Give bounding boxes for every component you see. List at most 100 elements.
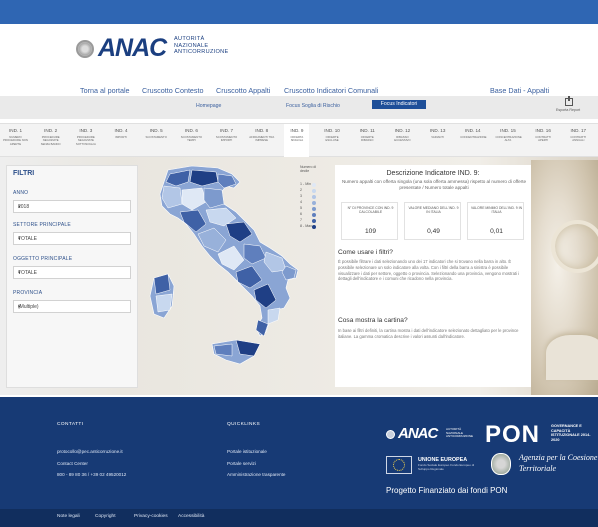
indicator-tab[interactable]: IND. 12 RIBASSO ECCESSIVO [390, 124, 415, 158]
nav-indicatori-comunali[interactable]: Cruscotto Indicatori Comunali [284, 86, 378, 95]
italy-map-svg[interactable] [140, 160, 320, 388]
indicator-name: PROCEDURE NEGOZIATE SOTTOSOGLIA [75, 135, 96, 146]
indicator-name: CONCENTRAZIONE [460, 135, 487, 139]
indicator-tab[interactable]: IND. 4 IMPORTI [109, 124, 134, 158]
footer-quicklinks-heading: QUICKLINKS [227, 422, 261, 427]
indicator-name: SCOSTAMENTO TEMPI [180, 135, 203, 143]
legend-label: 8 - Max [300, 224, 312, 228]
settore-select[interactable]: TOTALE ▾ [13, 232, 131, 245]
indicator-tab[interactable]: IND. 14 CONCENTRAZIONE [460, 124, 487, 158]
indicator-code: IND. 2 [44, 128, 58, 133]
legend-swatch [312, 188, 316, 193]
indicator-tab[interactable]: IND. 3 PROCEDURE NEGOZIATE SOTTOSOGLIA [73, 124, 98, 158]
legend-swatch [312, 218, 316, 223]
stat-value: 0,49 [427, 228, 440, 235]
panel-title: Descrizione Indicatore IND. 9: [386, 170, 480, 177]
indicator-tab[interactable]: IND. 17 CONTRATTI ANNUALI [566, 124, 591, 158]
indicator-name: OFFERTE ESCLUSE [325, 135, 339, 143]
bottom-bar: Note legali Copyright Privacy-cookies Ac… [0, 509, 598, 527]
pon-logo: PON [485, 421, 541, 448]
indicator-tab[interactable]: IND. 11 OFFERTE RIBASSO [355, 124, 380, 158]
indicator-tab[interactable]: IND. 6 SCOSTAMENTO TEMPI [179, 124, 204, 158]
oggetto-label: OGGETTO PRINCIPALE [13, 256, 73, 262]
indicator-name: SCOSTAMENTO [145, 135, 167, 139]
indicator-name: SCOSTAMENTO IMPORTI [215, 135, 238, 143]
stat-value: 0,01 [490, 228, 503, 235]
footer-anac-logo[interactable]: ANAC [398, 425, 438, 442]
nav-base-dati-appalti[interactable]: Base Dati - Appalti [490, 86, 549, 95]
legend-swatch [312, 212, 316, 217]
chevron-down-icon: ▾ [18, 236, 21, 242]
chevron-down-icon: ▾ [18, 304, 21, 310]
indicator-tab[interactable]: IND. 13 VARIANTI [425, 124, 450, 158]
indicator-code: IND. 16 [535, 128, 551, 133]
indicator-code: IND. 3 [79, 128, 93, 133]
bottom-link-accessibilita[interactable]: Accessibilità [178, 514, 204, 519]
legend-label: 5 [300, 206, 302, 210]
indicator-name: AFFIDAMENTI TRA IMPRESE [249, 135, 275, 143]
nav-cruscotto-contesto[interactable]: Cruscotto Contesto [142, 86, 204, 95]
howto-title: Come usare i filtri? [338, 249, 393, 256]
export-label[interactable]: Esporta Report [556, 108, 580, 112]
nav-torna-portale[interactable]: Torna al portale [80, 86, 130, 95]
anno-select[interactable]: 2018 ▾ [13, 200, 131, 213]
map-help-text: In base ai filtri definiti, la cartina m… [338, 328, 519, 339]
chevron-down-icon: ▾ [18, 204, 21, 210]
howto-text: È possibile filtrare i dati selezionando… [338, 259, 520, 282]
indicator-tab[interactable]: IND. 7 SCOSTAMENTO IMPORTI [214, 124, 239, 158]
indicator-tab[interactable]: IND. 15 CONCENTRAZIONE ALTA [495, 124, 521, 158]
subnav-homepage[interactable]: Homepage [196, 103, 221, 109]
indicator-code: IND. 15 [500, 128, 516, 133]
indicator-tab[interactable]: IND. 9 OFFERTA SINGOLA [284, 124, 310, 158]
footer-emblem-icon [386, 430, 395, 439]
stat-label: N° DI PROVINCE CON IND. 9 CALCOLABILE [347, 206, 394, 215]
sub-nav: Homepage Focus Soglia di Rischio [0, 96, 598, 119]
footer-link-portale-istituzionale[interactable]: Portale istituzionale [227, 449, 267, 454]
provincia-select[interactable]: (Multiple) ▾ [13, 300, 131, 313]
indicator-tab[interactable]: IND. 8 AFFIDAMENTI TRA IMPRESE [249, 124, 274, 158]
indicator-name: IMPORTI [115, 135, 127, 139]
indicator-name: PROCEDURE NEGOZIATE SENZA BANDO [40, 135, 61, 146]
bottom-link-note-legali[interactable]: Note legali [57, 514, 80, 519]
legend-label: 1 - Min [300, 182, 311, 186]
footer-contact-center: Contact Center [57, 461, 88, 466]
export-icon[interactable] [565, 96, 573, 106]
map-help-title: Cosa mostra la cartina? [338, 317, 408, 324]
subnav-focus-indicatori[interactable]: Focus Indicatori [372, 100, 426, 109]
indicator-tab[interactable]: IND. 2 PROCEDURE NEGOZIATE SENZA BANDO [38, 124, 63, 158]
italian-republic-emblem-icon [491, 453, 511, 475]
legend-label: 2 [300, 188, 302, 192]
indicator-code: IND. 5 [149, 128, 163, 133]
province-region[interactable] [155, 293, 173, 313]
indicator-name: CONTRATTI APERTI [535, 135, 552, 143]
indicator-name: OFFERTE RIBASSO [360, 135, 374, 143]
province-region[interactable] [267, 307, 281, 325]
oggetto-select[interactable]: TOTALE ▾ [13, 266, 131, 279]
subnav-focus-soglia[interactable]: Focus Soglia di Rischio [286, 103, 340, 109]
provincia-label: PROVINCIA [13, 290, 43, 296]
indicator-code: IND. 17 [570, 128, 587, 133]
legend-swatch [312, 206, 316, 211]
italy-choropleth-map[interactable] [140, 160, 320, 388]
bottom-link-privacy[interactable]: Privacy-cookies [134, 514, 168, 519]
province-region[interactable] [213, 343, 233, 357]
stat-card: N° DI PROVINCE CON IND. 9 CALCOLABILE 10… [341, 202, 398, 240]
legend-label: 3 [300, 194, 302, 198]
indicator-name: CONTRATTI ANNUALI [570, 135, 587, 143]
stat-value: 109 [364, 228, 376, 235]
anac-logo[interactable]: ANAC [98, 34, 167, 63]
footer-link-amministrazione[interactable]: Amministrazione trasparente [227, 472, 285, 477]
indicator-tab[interactable]: IND. 1 NUMERO PROCEDURE NON APERTE [3, 124, 28, 158]
indicator-tab[interactable]: IND. 5 SCOSTAMENTO [144, 124, 169, 158]
footer-pec-link[interactable]: protocollo@pec.anticorruzione.it [57, 449, 123, 454]
legend-label: 6 [300, 212, 302, 216]
legend-label: 7 [300, 218, 302, 222]
stat-card: VALORE MINIMO DELL'IND. 9 IN ITALIA 0,01 [467, 202, 524, 240]
indicator-tab[interactable]: IND. 10 OFFERTE ESCLUSE [320, 124, 345, 158]
footer-link-portale-servizi[interactable]: Portale servizi [227, 461, 256, 466]
footer-contacts-heading: CONTATTI [57, 422, 84, 427]
legend-swatch [312, 194, 316, 199]
bottom-link-copyright[interactable]: Copyright [95, 514, 116, 519]
indicator-tab[interactable]: IND. 16 CONTRATTI APERTI [531, 124, 556, 158]
filters-sidebar: FILTRI ANNO 2018 ▾ SETTORE PRINCIPALE TOT… [6, 165, 138, 388]
